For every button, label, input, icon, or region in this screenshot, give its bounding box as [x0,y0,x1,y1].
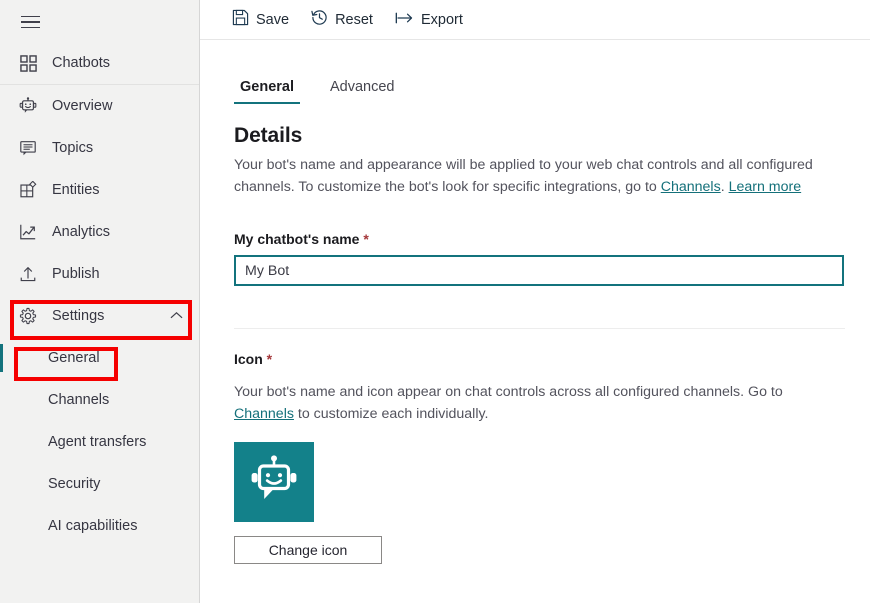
upload-icon [18,264,38,284]
sidebar-item-publish[interactable]: Publish [0,253,199,295]
hamburger-line [20,15,40,18]
learn-more-link[interactable]: Learn more [729,179,802,195]
gear-icon [18,306,38,326]
export-button[interactable]: Export [385,4,473,36]
chatbot-name-input[interactable] [234,255,844,286]
icon-description-text-end: to customize each individually. [293,406,489,422]
sidebar-item-entities[interactable]: Entities [0,169,199,211]
chevron-up-icon[interactable] [170,308,183,324]
sidebar-item-settings[interactable]: Settings [0,295,199,337]
sidebar-item-agent-transfers[interactable]: Agent transfers [0,421,199,463]
sidebar-item-label: Chatbots [52,55,111,71]
reset-button[interactable]: Reset [301,4,383,36]
sidebar-item-label: Overview [52,98,113,114]
change-icon-button[interactable]: Change icon [234,536,382,564]
history-clock-icon [311,9,328,30]
main-content: Save Reset Export General Advanced Detai… [200,0,870,603]
tab-label: General [240,79,294,95]
sidebar-item-label: Publish [52,266,100,282]
reset-label: Reset [335,11,373,28]
sidebar-subitem-label: General [48,350,100,366]
sidebar-item-ai-capabilities[interactable]: AI capabilities [0,505,199,547]
save-button[interactable]: Save [222,4,299,36]
settings-general-panel: Details Your bot's name and appearance w… [200,124,870,564]
chat-bubble-icon [18,138,38,158]
app-root: Chatbots Overview Topics Entities Analyt… [0,0,870,603]
hamburger-line [20,26,40,29]
required-asterisk: * [266,351,273,367]
tab-label: Advanced [330,79,395,95]
channels-link-icon-section[interactable]: Channels [234,406,294,422]
chatbot-name-label-text: My chatbot's name [234,231,360,247]
bot-avatar-icon [248,454,300,511]
details-description: Your bot's name and appearance will be a… [234,154,822,198]
sidebar-subitem-label: Agent transfers [48,434,147,450]
line-chart-icon [18,222,38,242]
bot-avatar[interactable] [234,442,314,522]
sidebar-item-chatbots[interactable]: Chatbots [0,42,199,84]
sidebar-item-analytics[interactable]: Analytics [0,211,199,253]
icon-description: Your bot's name and icon appear on chat … [234,381,834,425]
robot-icon [18,96,38,116]
sidebar-item-overview[interactable]: Overview [0,85,199,127]
tab-general[interactable]: General [234,79,300,104]
save-label: Save [256,11,290,28]
sidebar-subitem-label: Channels [48,392,110,408]
sidebar-item-general[interactable]: General [0,337,199,379]
sidebar-item-topics[interactable]: Topics [0,127,199,169]
hamburger-icon[interactable] [6,2,54,42]
sidebar: Chatbots Overview Topics Entities Analyt… [0,0,200,603]
sidebar-item-channels[interactable]: Channels [0,379,199,421]
entities-icon [18,180,38,200]
floppy-disk-icon [232,9,249,30]
required-asterisk: * [363,231,369,247]
channels-link[interactable]: Channels [661,179,721,195]
sidebar-item-security[interactable]: Security [0,463,199,505]
export-arrow-icon [395,10,414,30]
tab-advanced[interactable]: Advanced [324,79,401,104]
icon-section-label-text: Icon [234,351,263,367]
icon-section-label: Icon * [234,351,870,367]
hamburger-line [20,21,40,23]
export-label: Export [420,11,463,28]
details-description-separator: . [720,179,729,195]
grid-icon [18,53,38,73]
sidebar-subitem-label: Security [48,476,101,492]
tab-bar: General Advanced [200,58,870,104]
chatbot-name-label: My chatbot's name * [234,231,870,247]
page-title: Details [234,124,303,147]
sidebar-item-label: Analytics [52,224,111,240]
icon-description-text: Your bot's name and icon appear on chat … [234,384,783,400]
toolbar: Save Reset Export [200,0,870,40]
sidebar-item-label: Entities [52,182,100,198]
sidebar-subitem-label: AI capabilities [48,518,138,534]
sidebar-item-label: Settings [52,308,105,324]
section-divider [234,328,845,329]
sidebar-item-label: Topics [52,140,94,156]
